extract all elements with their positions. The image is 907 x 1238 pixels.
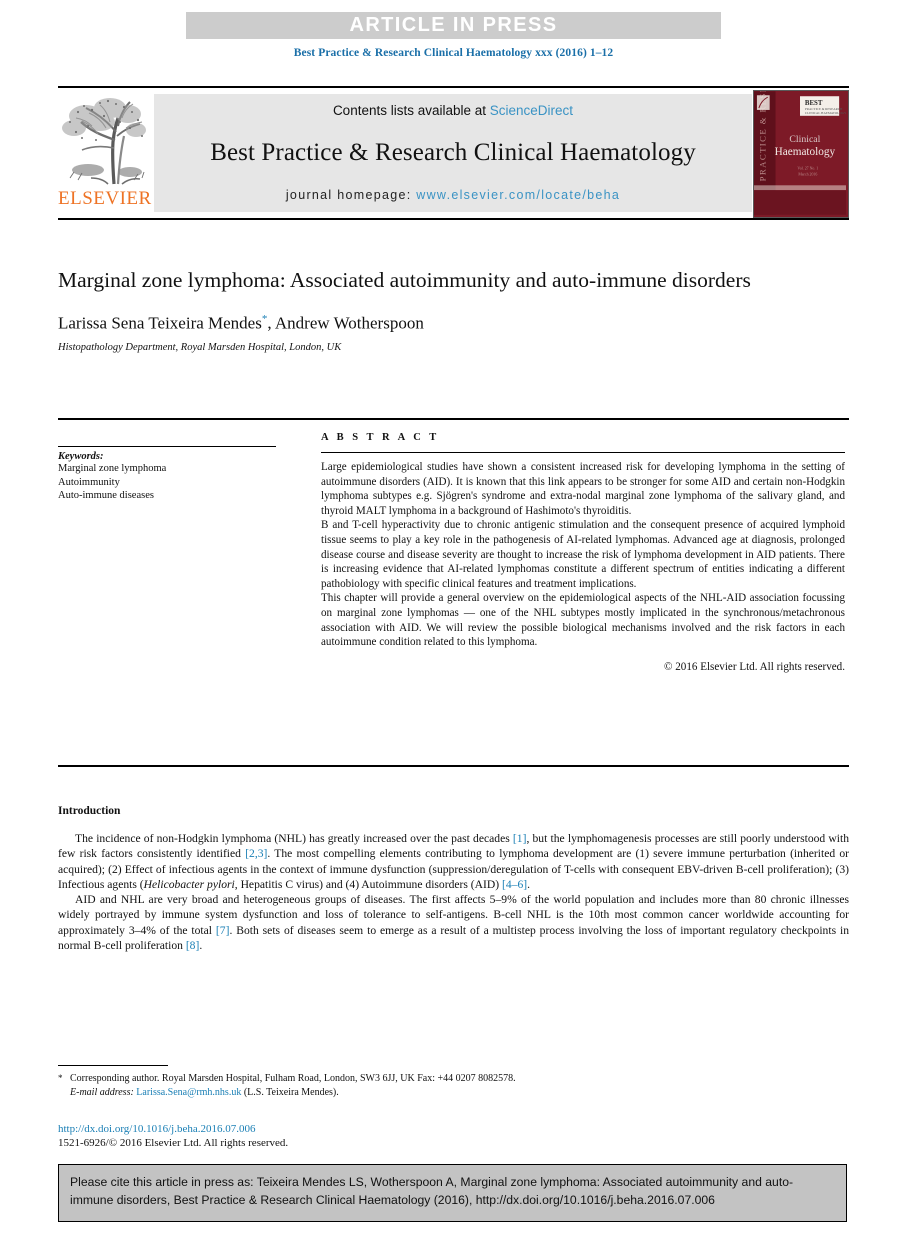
journal-cover-art: PRACTICE & RESEARCH BEST PRACTICE & RESE… <box>754 91 847 215</box>
abstract-paragraph: Large epidemiological studies have shown… <box>321 461 845 517</box>
svg-text:March 2016: March 2016 <box>798 173 817 177</box>
issn-copyright-line: 1521-6926/© 2016 Elsevier Ltd. All right… <box>58 1137 289 1149</box>
author-affiliation: Histopathology Department, Royal Marsden… <box>58 341 342 353</box>
running-head: Best Practice & Research Clinical Haemat… <box>293 47 614 59</box>
author-first: Larissa Sena Teixeira Mendes <box>58 313 262 333</box>
email-label: E-mail address: <box>70 1086 134 1098</box>
contents-prefix: Contents lists available at <box>332 103 490 118</box>
text-segment: . <box>199 939 203 953</box>
cite-this-article-box: Please cite this article in press as: Te… <box>58 1164 847 1222</box>
footnote-zone: * Corresponding author. Royal Marsden Ho… <box>58 1065 758 1099</box>
author-list: Larissa Sena Teixeira Mendes*, Andrew Wo… <box>58 313 758 334</box>
article-in-press-banner: ARTICLE IN PRESS <box>186 12 721 39</box>
text-segment: The incidence of non-Hodgkin lymphoma (N… <box>75 832 513 845</box>
abstract-paragraph: B and T-cell hyperactivity due to chroni… <box>321 519 845 590</box>
journal-homepage-link[interactable]: www.elsevier.com/locate/beha <box>416 188 620 202</box>
footnote-rule <box>58 1065 168 1066</box>
corresponding-author-text: Corresponding author. Royal Marsden Hosp… <box>70 1073 516 1084</box>
email-owner: (L.S. Teixeira Mendes). <box>243 1086 339 1098</box>
keywords-heading: Keywords: <box>58 451 104 462</box>
journal-masthead: ELSEVIER Contents lists available at Sci… <box>58 86 849 220</box>
elsevier-logo: ELSEVIER <box>58 92 152 214</box>
journal-band: Contents lists available at ScienceDirec… <box>154 94 752 212</box>
email-note: E-mail address: Larissa.Sena@rmh.nhs.uk … <box>58 1086 758 1100</box>
sciencedirect-link[interactable]: ScienceDirect <box>490 103 573 118</box>
abstract-zone: Keywords: Marginal zone lymphoma Autoimm… <box>58 418 849 767</box>
svg-text:Haematology: Haematology <box>775 146 836 158</box>
text-segment: , Hepatitis C virus) and (4) Autoimmune … <box>234 877 503 891</box>
journal-title: Best Practice & Research Clinical Haemat… <box>210 139 696 166</box>
intro-paragraph-2: AID and NHL are very broad and heterogen… <box>58 892 849 953</box>
keyword-item: Auto-immune diseases <box>58 490 154 501</box>
corresponding-author-note: * Corresponding author. Royal Marsden Ho… <box>58 1072 758 1086</box>
asterisk-icon: * <box>58 1073 63 1083</box>
elsevier-tree-icon <box>58 92 146 188</box>
intro-paragraph-1: The incidence of non-Hodgkin lymphoma (N… <box>58 831 849 892</box>
section-heading-introduction: Introduction <box>58 805 121 817</box>
svg-text:Clinical: Clinical <box>789 134 820 145</box>
doi-link[interactable]: http://dx.doi.org/10.1016/j.beha.2016.07… <box>58 1122 558 1136</box>
citation-ref[interactable]: [8] <box>186 939 200 952</box>
page-title: Marginal zone lymphoma: Associated autoi… <box>58 268 751 292</box>
keyword-item: Autoimmunity <box>58 476 120 488</box>
species-name: Helicobacter pylori <box>143 877 235 891</box>
svg-text:CLINICAL HAEMATOLOGY: CLINICAL HAEMATOLOGY <box>805 111 846 115</box>
cite-this-article-text: Please cite this article in press as: Te… <box>70 1175 794 1207</box>
author-rest: , Andrew Wotherspoon <box>267 313 424 333</box>
title-block: Marginal zone lymphoma: Associated autoi… <box>58 266 758 353</box>
homepage-prefix: journal homepage: <box>285 188 417 202</box>
body-zone: Introduction The incidence of non-Hodgki… <box>58 805 849 953</box>
email-link[interactable]: Larissa.Sena@rmh.nhs.uk <box>136 1087 241 1098</box>
abstract-rule <box>321 452 845 453</box>
citation-ref[interactable]: [4–6] <box>502 878 527 891</box>
elsevier-wordmark: ELSEVIER <box>58 188 152 209</box>
text-segment: . <box>527 877 531 891</box>
journal-cover-thumbnail: PRACTICE & RESEARCH BEST PRACTICE & RESE… <box>753 90 849 218</box>
doi-block: http://dx.doi.org/10.1016/j.beha.2016.07… <box>58 1122 558 1150</box>
article-in-press-label: ARTICLE IN PRESS <box>349 14 558 36</box>
citation-ref[interactable]: [7] <box>216 924 230 937</box>
svg-text:Vol. 27 No. 1: Vol. 27 No. 1 <box>797 167 818 171</box>
abstract-column: A B S T R A C T Large epidemiological st… <box>321 432 845 673</box>
journal-homepage-line: journal homepage: www.elsevier.com/locat… <box>286 188 620 202</box>
keyword-item: Marginal zone lymphoma <box>58 463 167 474</box>
contents-list-line: Contents lists available at ScienceDirec… <box>333 103 573 118</box>
keywords-column: Keywords: Marginal zone lymphoma Autoimm… <box>58 446 283 503</box>
abstract-paragraph: This chapter will provide a general over… <box>321 592 845 649</box>
keywords-rule <box>58 446 276 447</box>
citation-ref[interactable]: [2,3] <box>245 847 267 860</box>
citation-ref[interactable]: [1] <box>513 832 527 845</box>
abstract-copyright: © 2016 Elsevier Ltd. All rights reserved… <box>664 660 845 673</box>
abstract-heading: A B S T R A C T <box>321 432 440 443</box>
